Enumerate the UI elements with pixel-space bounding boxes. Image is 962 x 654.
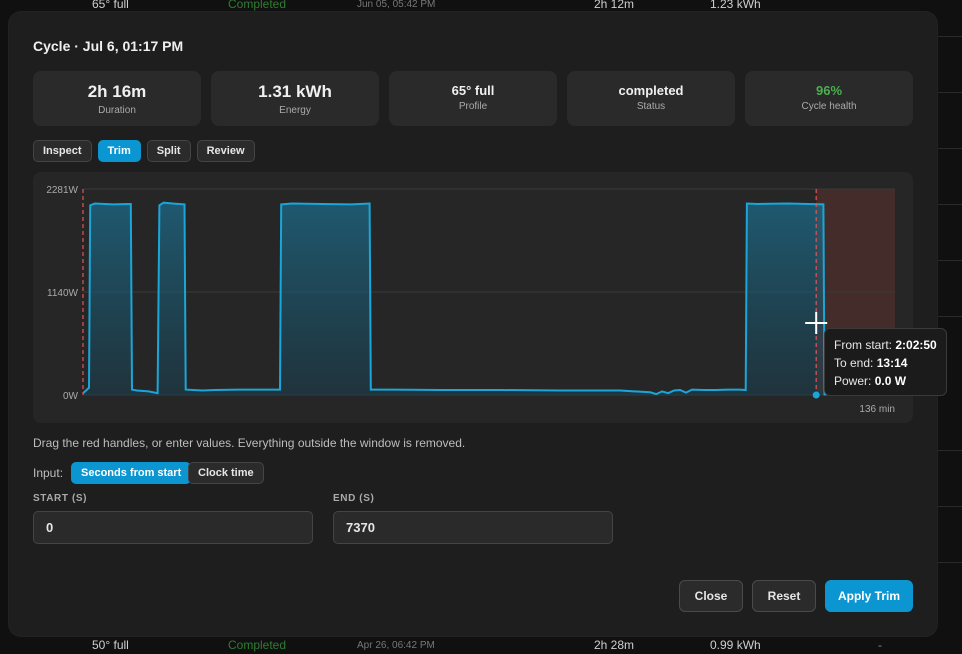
stat-value: 96%	[815, 83, 843, 98]
trim-hint: Drag the red handles, or enter values. E…	[33, 436, 466, 450]
stat-label: Energy	[279, 105, 311, 116]
tooltip-from-start-label: From start:	[834, 338, 893, 352]
power-chart[interactable]: 2281W 1140W 0W 136 min	[33, 172, 913, 423]
tooltip-power-value: 0.0 W	[874, 374, 907, 388]
stat-label: Profile	[458, 101, 488, 112]
reset-button[interactable]: Reset	[752, 580, 816, 612]
series-area	[83, 202, 895, 395]
row-profile: 65° full	[92, 0, 129, 11]
row-divider	[936, 506, 962, 507]
row-divider	[936, 316, 962, 317]
tab-trim[interactable]: Trim	[97, 140, 141, 162]
row-divider	[936, 92, 962, 93]
mode-tabs: Inspect Trim Split Review	[33, 140, 255, 162]
row-divider	[936, 148, 962, 149]
tab-inspect[interactable]: Inspect	[33, 140, 92, 162]
tab-split[interactable]: Split	[146, 140, 191, 162]
row-duration: 2h 28m	[594, 638, 635, 652]
stat-value: 2h 16m	[87, 82, 147, 101]
tooltip-to-end-value: 13:14	[876, 356, 908, 370]
hover-point	[812, 391, 820, 399]
row-status: Completed	[228, 638, 287, 652]
row-divider	[936, 204, 962, 205]
row-profile: 50° full	[92, 638, 129, 652]
chart-tooltip: From start: 2:02:50 To end: 13:14 Power:…	[824, 328, 947, 396]
x-end-label: 136 min	[859, 404, 895, 415]
clock-time-toggle[interactable]: Clock time	[188, 462, 264, 484]
row-divider	[936, 36, 962, 37]
input-mode-label: Input:	[33, 466, 64, 480]
stat-profile: 65° full Profile	[389, 71, 557, 126]
stat-label: Status	[636, 101, 666, 112]
row-divider	[936, 260, 962, 261]
row-divider	[936, 450, 962, 451]
cycle-trim-modal: Cycle · Jul 6, 01:17 PM 2h 16m Duration …	[9, 12, 937, 636]
power-chart-svg[interactable]: 2281W 1140W 0W 136 min	[33, 172, 913, 423]
row-duration: 2h 12m	[594, 0, 635, 11]
stat-duration: 2h 16m Duration	[33, 71, 201, 126]
row-energy: 1.23 kWh	[710, 0, 761, 11]
row-dash: -	[878, 638, 882, 652]
start-label: START (S)	[33, 493, 88, 504]
y-tick-label: 2281W	[46, 185, 78, 196]
stat-label: Duration	[98, 105, 136, 116]
stat-value: 65° full	[451, 83, 495, 98]
seconds-from-start-toggle[interactable]: Seconds from start	[71, 462, 192, 484]
tooltip-power-label: Power:	[834, 374, 872, 388]
row-date: Jun 05, 05:42 PM	[357, 0, 436, 10]
close-button[interactable]: Close	[679, 580, 743, 612]
y-tick-label: 1140W	[47, 288, 79, 299]
end-seconds-input[interactable]: 7370	[333, 511, 613, 544]
stat-status: completed Status	[567, 71, 735, 126]
tooltip-from-start-value: 2:02:50	[895, 338, 937, 352]
apply-trim-button[interactable]: Apply Trim	[825, 580, 913, 612]
end-label: END (S)	[333, 493, 375, 504]
start-seconds-input[interactable]: 0	[33, 511, 313, 544]
stat-value: 1.31 kWh	[258, 82, 332, 101]
row-divider	[936, 562, 962, 563]
row-energy: 0.99 kWh	[710, 638, 761, 652]
y-tick-label: 0W	[63, 391, 79, 402]
tab-review[interactable]: Review	[196, 140, 255, 162]
stat-label: Cycle health	[801, 101, 857, 112]
modal-title: Cycle · Jul 6, 01:17 PM	[33, 38, 184, 54]
row-status: Completed	[228, 0, 287, 11]
tooltip-to-end-label: To end:	[834, 356, 874, 370]
stat-cycle-health: 96% Cycle health	[745, 71, 913, 126]
stat-value: completed	[618, 83, 684, 98]
row-date: Apr 26, 06:42 PM	[357, 640, 435, 651]
stat-energy: 1.31 kWh Energy	[211, 71, 379, 126]
